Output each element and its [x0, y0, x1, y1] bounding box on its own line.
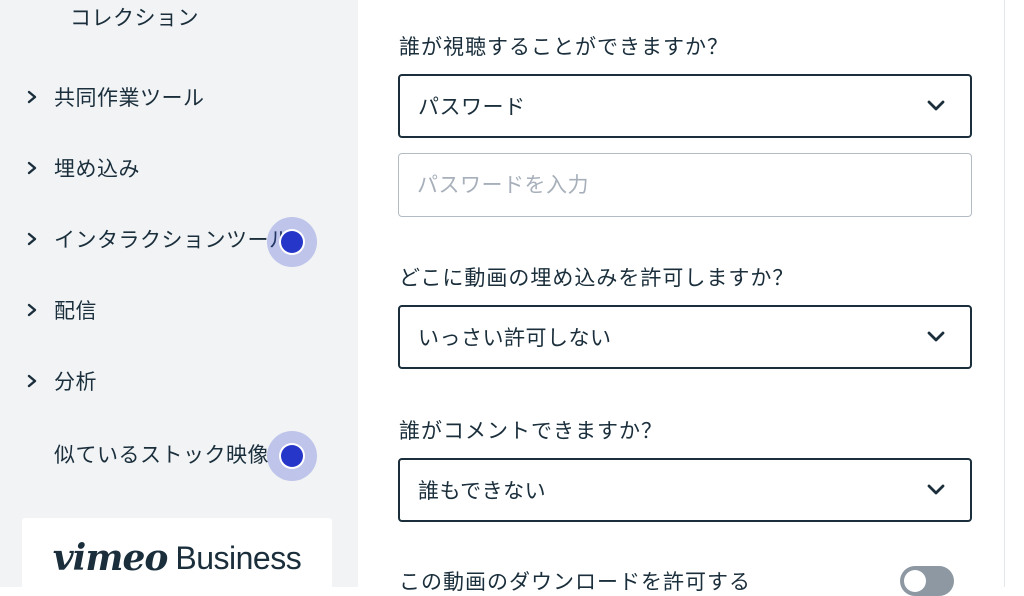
- right-divider: [1004, 0, 1005, 587]
- who-can-view-select[interactable]: パスワード: [398, 74, 972, 138]
- embed-permission-select[interactable]: いっさい許可しない: [398, 305, 972, 369]
- sidebar-item-label: 共同作業ツール: [54, 86, 205, 110]
- comment-permission-label: 誰がコメントできますか？: [399, 419, 663, 443]
- chevron-down-icon: [926, 328, 946, 347]
- allow-download-label: この動画のダウンロードを許可する: [399, 570, 751, 594]
- who-can-view-label: 誰が視聴することができますか？: [399, 35, 729, 59]
- tap-indicator: [267, 217, 317, 267]
- sidebar-item-embed[interactable]: 埋め込み: [26, 148, 140, 188]
- toggle-knob: [904, 570, 926, 592]
- chevron-down-icon: [926, 97, 946, 116]
- select-value: 誰もできない: [418, 479, 547, 503]
- sidebar-item-label: コレクション: [70, 6, 199, 30]
- tap-dot: [281, 231, 303, 253]
- sidebar-item-label: 埋め込み: [54, 157, 140, 181]
- select-value: いっさい許可しない: [418, 326, 612, 350]
- embed-permission-label: どこに動画の埋め込みを許可しますか？: [399, 266, 795, 290]
- tap-dot: [281, 445, 303, 467]
- sidebar-item-similar-stock[interactable]: 似ているストック映像: [54, 434, 269, 474]
- chevron-right-icon: [26, 161, 48, 175]
- comment-permission-select[interactable]: 誰もできない: [398, 458, 972, 522]
- chevron-down-icon: [926, 481, 946, 500]
- sidebar-item-label: 分析: [54, 370, 97, 394]
- sidebar-item-collection[interactable]: コレクション: [70, 0, 199, 37]
- select-value: パスワード: [418, 95, 526, 119]
- vimeo-business-promo[interactable]: vimeo Business: [22, 518, 332, 587]
- sidebar: コレクション 共同作業ツール 埋め込み インタラクションツール 配信 分析 似て…: [0, 0, 358, 587]
- sidebar-item-label: インタラクションツール: [54, 228, 291, 252]
- sidebar-item-analytics[interactable]: 分析: [26, 361, 97, 401]
- sidebar-item-collaboration-tools[interactable]: 共同作業ツール: [26, 77, 205, 117]
- tap-indicator: [267, 431, 317, 481]
- vimeo-logo: vimeo: [52, 537, 169, 579]
- sidebar-item-distribution[interactable]: 配信: [26, 290, 97, 330]
- business-label: Business: [175, 539, 302, 576]
- chevron-right-icon: [26, 303, 48, 317]
- sidebar-item-interaction-tools[interactable]: インタラクションツール: [26, 219, 291, 259]
- chevron-right-icon: [26, 90, 48, 104]
- sidebar-item-label: 似ているストック映像: [54, 443, 269, 467]
- sidebar-item-label: 配信: [54, 299, 97, 323]
- chevron-right-icon: [26, 232, 48, 246]
- allow-download-toggle[interactable]: [900, 566, 954, 596]
- password-input[interactable]: [398, 153, 972, 217]
- chevron-right-icon: [26, 374, 48, 388]
